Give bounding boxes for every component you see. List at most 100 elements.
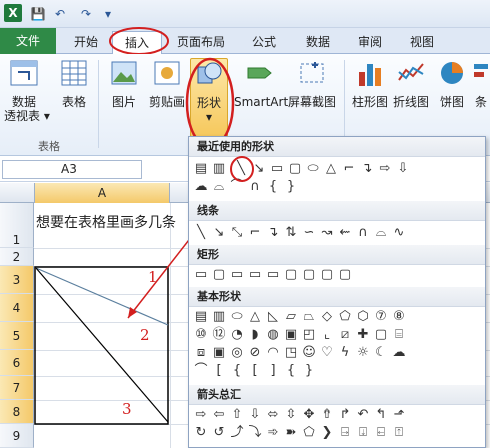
trapezoid-icon[interactable]: ⏢ (301, 309, 317, 325)
moon-icon[interactable]: ☾ (373, 345, 389, 361)
vertical-text-box-icon[interactable]: ▥ (211, 309, 227, 325)
left-brace-icon[interactable]: { (283, 363, 299, 379)
bent-up-arrow-icon[interactable]: ⬏ (391, 407, 407, 423)
snip-same-side-rectangle-icon[interactable]: ▭ (247, 267, 263, 283)
up-arrow-icon[interactable]: ⇧ (229, 407, 245, 423)
curved-connector-icon[interactable]: ∽ (301, 225, 317, 241)
pentagon-arrow-icon[interactable]: ⬠ (301, 425, 317, 441)
double-bracket-icon[interactable]: [ (211, 363, 227, 379)
rectangle-icon[interactable]: ▭ (269, 161, 285, 177)
bevel-icon[interactable]: ▣ (211, 345, 227, 361)
down-arrow-icon[interactable]: ⇩ (395, 161, 411, 177)
up-arrow-callout-icon[interactable]: ⍐ (391, 425, 407, 441)
left-bracket-icon[interactable]: [ (247, 363, 263, 379)
curved-up-arrow-icon[interactable]: ⤴ (229, 425, 245, 441)
smiley-face-icon[interactable]: ☺ (301, 345, 317, 361)
notched-right-arrow-icon[interactable]: ➽ (283, 425, 299, 441)
sun-icon[interactable]: ☼ (355, 345, 371, 361)
cloud-icon[interactable]: ☁ (193, 179, 209, 195)
right-brace-icon[interactable]: } (301, 363, 317, 379)
cross-icon[interactable]: ✚ (355, 327, 371, 343)
down-arrow-icon[interactable]: ⇩ (247, 407, 263, 423)
decagon-icon[interactable]: ⑩ (193, 327, 209, 343)
text-box-icon[interactable]: ▤ (193, 161, 209, 177)
can-icon[interactable]: ⌸ (391, 327, 407, 343)
right-bracket-icon[interactable]: ] (265, 363, 281, 379)
curved-left-arrow-icon[interactable]: ↺ (211, 425, 227, 441)
elbow-arrow-connector-icon[interactable]: ↴ (265, 225, 281, 241)
dodecagon-icon[interactable]: ⑫ (211, 327, 227, 343)
snip-diagonal-rectangle-icon[interactable]: ▭ (265, 267, 281, 283)
freeform-icon[interactable]: ⌓ (211, 179, 227, 195)
u-turn-arrow-icon[interactable]: ↶ (355, 407, 371, 423)
bent-arrow-icon[interactable]: ↱ (337, 407, 353, 423)
diamond-icon[interactable]: ◇ (319, 309, 335, 325)
snip-corner-rectangle-icon[interactable]: ▭ (229, 267, 245, 283)
elbow-double-arrow-icon[interactable]: ⇅ (283, 225, 299, 241)
curved-down-arrow-icon[interactable]: ⤵ (247, 425, 263, 441)
right-brace-icon[interactable]: } (283, 179, 299, 195)
double-arrow-line-icon[interactable]: ⤡ (229, 225, 245, 241)
freeform-icon[interactable]: ⌓ (373, 225, 389, 241)
triangle-icon[interactable]: △ (323, 161, 339, 177)
text-box-icon[interactable]: ▤ (193, 309, 209, 325)
hexagon-icon[interactable]: ⬡ (355, 309, 371, 325)
lightning-bolt-icon[interactable]: ϟ (337, 345, 353, 361)
octagon-icon[interactable]: ⑧ (391, 309, 407, 325)
rounded-rectangle-icon[interactable]: ▢ (287, 161, 303, 177)
arrow-line-icon[interactable]: ↘ (211, 225, 227, 241)
cube-icon[interactable]: ⧈ (193, 345, 209, 361)
round-same-side-rectangle-icon[interactable]: ▢ (319, 267, 335, 283)
scribble-icon[interactable]: ∿ (391, 225, 407, 241)
cloud-icon[interactable]: ☁ (391, 345, 407, 361)
striped-right-arrow-icon[interactable]: ➾ (265, 425, 281, 441)
left-right-up-arrow-icon[interactable]: ⇮ (319, 407, 335, 423)
snip-round-rectangle-icon[interactable]: ▢ (283, 267, 299, 283)
elbow-connector-icon[interactable]: ⌐ (247, 225, 263, 241)
teardrop-icon[interactable]: ◍ (265, 327, 281, 343)
donut-icon[interactable]: ◎ (229, 345, 245, 361)
left-right-arrow-icon[interactable]: ⬄ (265, 407, 281, 423)
heptagon-icon[interactable]: ⑦ (373, 309, 389, 325)
arc-icon[interactable]: ⌒ (193, 363, 209, 379)
down-arrow-callout-icon[interactable]: ⍗ (355, 425, 371, 441)
double-brace-icon[interactable]: { (229, 363, 245, 379)
right-arrow-icon[interactable]: ⇨ (193, 407, 209, 423)
diagonal-stripe-icon[interactable]: ⧄ (337, 327, 353, 343)
triangle-icon[interactable]: △ (247, 309, 263, 325)
parallelogram-icon[interactable]: ▱ (283, 309, 299, 325)
rounded-rectangle-icon[interactable]: ▢ (211, 267, 227, 283)
line-icon[interactable]: ╲ (193, 225, 209, 241)
heart-icon[interactable]: ♡ (319, 345, 335, 361)
oval-icon[interactable]: ⬭ (229, 309, 245, 325)
left-arrow-callout-icon[interactable]: ⍇ (373, 425, 389, 441)
right-triangle-icon[interactable]: ◺ (265, 309, 281, 325)
plaque-icon[interactable]: ▢ (373, 327, 389, 343)
pie-shape-icon[interactable]: ◔ (229, 327, 245, 343)
curved-double-arrow-icon[interactable]: ⇜ (337, 225, 353, 241)
frame-icon[interactable]: ▣ (283, 327, 299, 343)
right-arrow-callout-icon[interactable]: ⍈ (337, 425, 353, 441)
chord-icon[interactable]: ◗ (247, 327, 263, 343)
oval-icon[interactable]: ⬭ (305, 161, 321, 177)
elbow-connector-icon[interactable]: ⌐ (341, 161, 357, 177)
no-symbol-icon[interactable]: ⊘ (247, 345, 263, 361)
half-frame-icon[interactable]: ◰ (301, 327, 317, 343)
left-up-arrow-icon[interactable]: ↰ (373, 407, 389, 423)
up-down-arrow-icon[interactable]: ⇳ (283, 407, 299, 423)
curve-icon[interactable]: ∩ (355, 225, 371, 241)
vertical-text-box-icon[interactable]: ▥ (211, 161, 227, 177)
left-arrow-icon[interactable]: ⇦ (211, 407, 227, 423)
chevron-icon[interactable]: ❯ (319, 425, 335, 441)
block-arc-icon[interactable]: ◠ (265, 345, 281, 361)
curved-arrow-connector-icon[interactable]: ↝ (319, 225, 335, 241)
l-shape-icon[interactable]: ⌞ (319, 327, 335, 343)
folded-corner-icon[interactable]: ◳ (283, 345, 299, 361)
quad-arrow-icon[interactable]: ✥ (301, 407, 317, 423)
curved-right-arrow-icon[interactable]: ↻ (193, 425, 209, 441)
round-corner-rectangle-icon[interactable]: ▢ (301, 267, 317, 283)
pentagon-icon[interactable]: ⬠ (337, 309, 353, 325)
right-arrow-icon[interactable]: ⇨ (377, 161, 393, 177)
elbow-arrow-icon[interactable]: ↴ (359, 161, 375, 177)
rectangle-icon[interactable]: ▭ (193, 267, 209, 283)
